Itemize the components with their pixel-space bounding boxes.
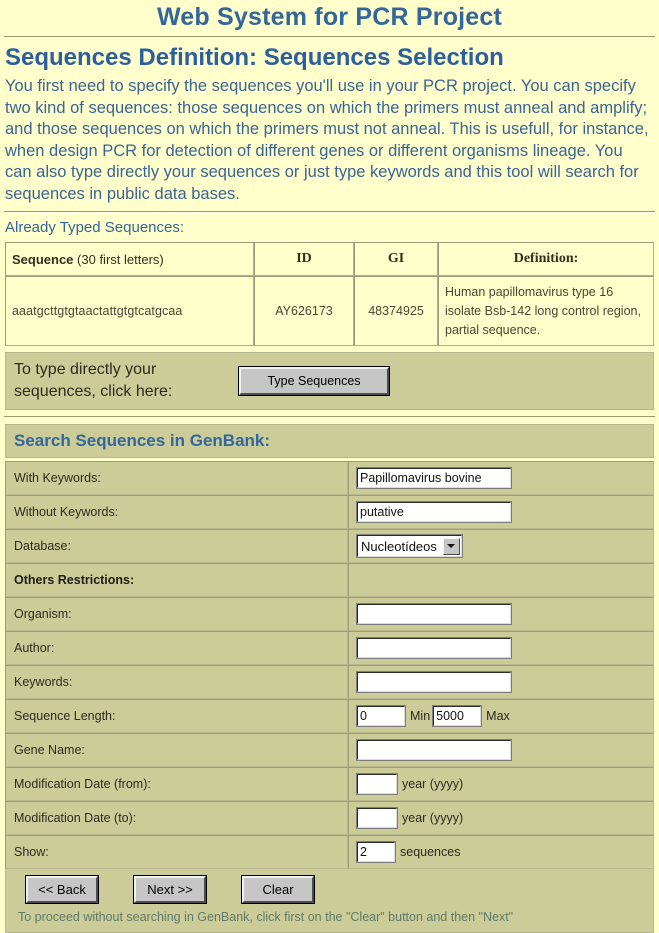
field-mod-date-from-cell: year (yyyy) — [348, 767, 654, 801]
label-database: Database: — [5, 529, 348, 563]
mod-date-to-input[interactable] — [356, 807, 398, 829]
clear-button[interactable]: Clear — [242, 876, 314, 903]
back-button[interactable]: << Back — [26, 876, 98, 903]
mod-date-from-unit: year (yyyy) — [402, 777, 464, 791]
chevron-down-icon[interactable] — [442, 537, 460, 555]
column-header-definition: Definition: — [438, 242, 654, 276]
search-section-heading: Search Sequences in GenBank: — [5, 424, 654, 458]
field-gene-name-cell — [348, 733, 654, 767]
row-database: Database: Nucleotídeos — [5, 529, 654, 563]
typed-sequences-table: Sequence (30 first letters) ID GI Defini… — [5, 242, 654, 346]
table-header-row: Sequence (30 first letters) ID GI Defini… — [5, 242, 654, 276]
cell-definition: Human papillomavirus type 16 isolate Bsb… — [438, 276, 654, 346]
next-button[interactable]: Next >> — [134, 876, 206, 903]
mod-date-from-input[interactable] — [356, 773, 398, 795]
row-show: Show: sequences — [5, 835, 654, 869]
field-mod-date-to-cell: year (yyyy) — [348, 801, 654, 835]
gene-name-input[interactable] — [356, 739, 512, 761]
row-keywords: Keywords: — [5, 665, 654, 699]
label-author: Author: — [5, 631, 348, 665]
field-sequence-length-cell: Min Max — [348, 699, 654, 733]
label-without-keywords: Without Keywords: — [5, 495, 348, 529]
label-mod-date-to: Modification Date (to): — [5, 801, 348, 835]
search-form-table: With Keywords: Without Keywords: Databas… — [5, 461, 654, 869]
field-organism-cell — [348, 597, 654, 631]
row-without-keywords: Without Keywords: — [5, 495, 654, 529]
table-row: aaatgcttgtgtaactattgtgtcatgcaa AY626173 … — [5, 276, 654, 346]
row-author: Author: — [5, 631, 654, 665]
type-sequences-button[interactable]: Type Sequences — [239, 367, 389, 395]
sequence-length-min-input[interactable] — [356, 705, 406, 727]
type-directly-band: To type directly your sequences, click h… — [5, 352, 654, 410]
row-sequence-length: Sequence Length: Min Max — [5, 699, 654, 733]
row-others-restrictions: Others Restrictions: — [5, 563, 654, 597]
organism-input[interactable] — [356, 603, 512, 625]
sequence-length-min-unit: Min — [410, 709, 431, 723]
intro-paragraph: You first need to specify the sequences … — [5, 77, 649, 203]
column-header-sequence-note: (30 first letters) — [77, 251, 164, 267]
label-others-restrictions: Others Restrictions: — [5, 563, 348, 597]
field-show-cell: sequences — [348, 835, 654, 869]
keywords-input[interactable] — [356, 671, 512, 693]
pcr-sequences-selection-page: Web System for PCR Project Sequences Def… — [0, 0, 659, 933]
field-without-keywords-cell — [348, 495, 654, 529]
type-directly-label: To type directly your sequences, click h… — [14, 361, 173, 400]
row-gene-name: Gene Name: — [5, 733, 654, 767]
label-organism: Organism: — [5, 597, 348, 631]
row-mod-date-from: Modification Date (from): year (yyyy) — [5, 767, 654, 801]
show-unit: sequences — [400, 845, 461, 859]
page-title: Sequences Definition: Sequences Selectio… — [5, 44, 504, 71]
column-header-id: ID — [254, 242, 354, 276]
label-sequence-length: Sequence Length: — [5, 699, 348, 733]
show-sequences-input[interactable] — [356, 841, 396, 863]
cell-id: AY626173 — [254, 276, 354, 346]
field-with-keywords-cell — [348, 461, 654, 495]
field-keywords-cell — [348, 665, 654, 699]
app-title: Web System for PCR Project — [156, 3, 503, 31]
label-keywords: Keywords: — [5, 665, 348, 699]
label-show: Show: — [5, 835, 348, 869]
database-select[interactable]: Nucleotídeos — [356, 534, 463, 558]
row-with-keywords: With Keywords: — [5, 461, 654, 495]
sequence-length-max-input[interactable] — [432, 705, 483, 727]
row-mod-date-to: Modification Date (to): year (yyyy) — [5, 801, 654, 835]
label-with-keywords: With Keywords: — [5, 461, 348, 495]
others-restrictions-spacer — [348, 563, 654, 597]
column-header-gi: GI — [354, 242, 438, 276]
column-header-sequence-bold: Sequence — [12, 251, 74, 267]
column-header-sequence: Sequence (30 first letters) — [5, 242, 254, 276]
cell-gi: 48374925 — [354, 276, 438, 346]
database-select-value: Nucleotídeos — [361, 538, 437, 554]
label-gene-name: Gene Name: — [5, 733, 348, 767]
footer-note: To proceed without searching in GenBank,… — [18, 910, 514, 924]
cell-sequence: aaatgcttgtgtaactattgtgtcatgcaa — [5, 276, 254, 346]
sequence-length-max-unit: Max — [486, 709, 510, 723]
mod-date-to-unit: year (yyyy) — [402, 811, 464, 825]
with-keywords-input[interactable] — [356, 467, 512, 489]
row-organism: Organism: — [5, 597, 654, 631]
search-divider — [4, 416, 655, 418]
without-keywords-input[interactable] — [356, 501, 512, 523]
author-input[interactable] — [356, 637, 512, 659]
label-mod-date-from: Modification Date (from): — [5, 767, 348, 801]
field-author-cell — [348, 631, 654, 665]
footer-actions: << Back Next >> Clear To proceed without… — [5, 869, 654, 933]
button-row: << Back Next >> Clear — [14, 876, 645, 903]
field-database-cell: Nucleotídeos — [348, 529, 654, 563]
already-typed-sequences-label: Already Typed Sequences: — [5, 219, 185, 236]
